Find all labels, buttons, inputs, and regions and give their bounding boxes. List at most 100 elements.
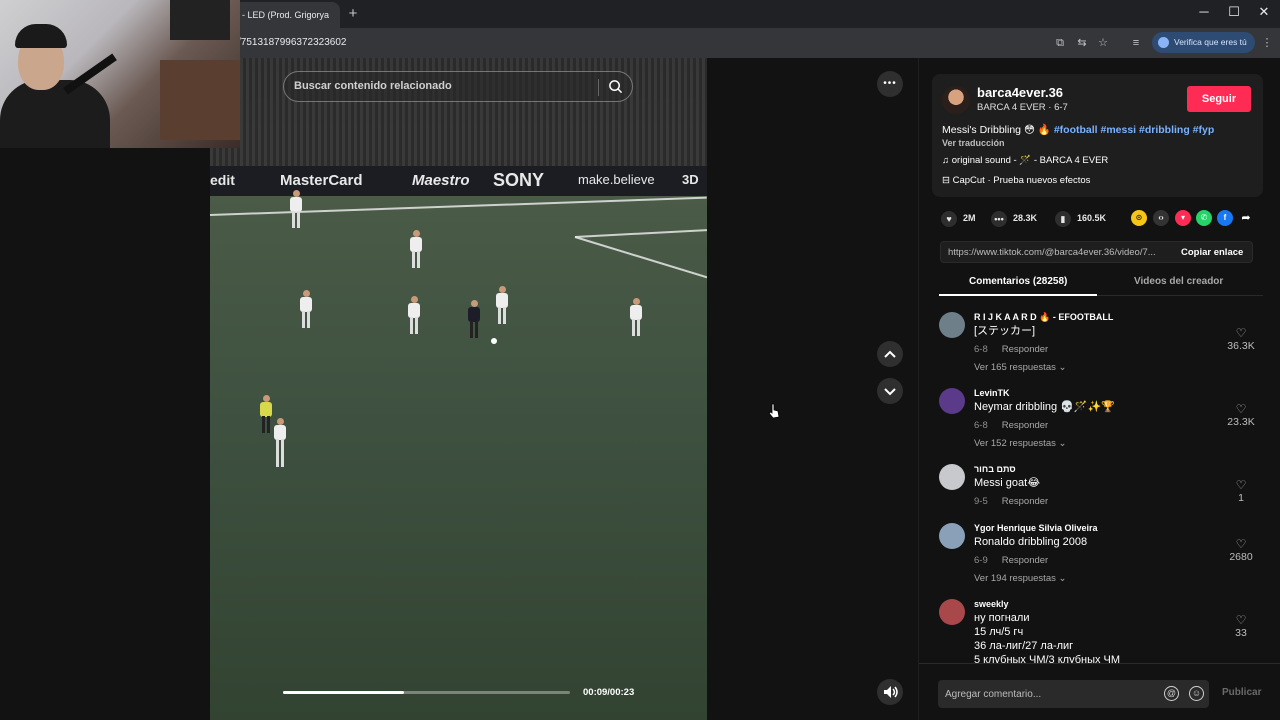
speaker-icon <box>884 686 898 698</box>
copy-link-button[interactable]: Copiar enlace <box>1181 247 1243 258</box>
like-stat[interactable]: ♥ 2M <box>941 210 976 227</box>
comment-item: LevinTK Neymar dribbling 💀🪄✨🏆 6-8 Respond… <box>939 388 1269 450</box>
next-video-button[interactable] <box>877 378 903 404</box>
reply-button[interactable]: Responder <box>1002 555 1048 566</box>
see-translation-link[interactable]: Ver traducción <box>942 138 1005 148</box>
browser-tab[interactable]: - LED (Prod. Grigorya <box>230 2 340 28</box>
comment-text: Messi goat😂 <box>974 477 1041 489</box>
comment-item: סתם בחור Messi goat😂 9-5 Responder ♡ 1 <box>939 464 1269 510</box>
translate-icon[interactable]: ⇆ <box>1074 35 1090 51</box>
volume-button[interactable] <box>877 679 903 705</box>
repost-icon[interactable]: ⊙ <box>1131 210 1147 226</box>
mention-icon[interactable]: @ <box>1164 686 1179 701</box>
view-replies-button[interactable]: Ver 194 respuestas ⌄ <box>974 573 1066 584</box>
commenter-name[interactable]: R I J K A A R D 🔥 - EFOOTBALL <box>974 312 1113 323</box>
commenter-avatar[interactable] <box>939 464 965 490</box>
search-icon[interactable] <box>608 79 623 94</box>
emoji-icon[interactable]: ☺ <box>1189 686 1204 701</box>
commenter-name[interactable]: sweekly <box>974 599 1009 609</box>
more-options-button[interactable]: ••• <box>877 71 903 97</box>
verify-button[interactable]: Verifica que eres tú <box>1152 32 1255 53</box>
chevron-up-icon <box>884 350 896 358</box>
publish-button[interactable]: Publicar <box>1222 687 1261 698</box>
facebook-icon[interactable]: f <box>1217 210 1233 226</box>
football-player <box>496 286 508 324</box>
share-arrow-icon[interactable]: ➦ <box>1238 210 1254 226</box>
related-search-bar[interactable]: Buscar contenido relacionado <box>283 71 633 102</box>
comment-item: sweekly ну погнали 15 лч/5 гч 36 ла-лиг/… <box>939 599 1269 663</box>
follow-button[interactable]: Seguir <box>1187 86 1251 112</box>
divider <box>598 79 599 96</box>
comment-stat[interactable]: ••• 28.3K <box>991 210 1038 227</box>
comment-count: 28.3K <box>1013 213 1038 223</box>
reply-button[interactable]: Responder <box>1002 420 1048 431</box>
video-description: Messi's Dribbling 😳 🔥 #football #messi #… <box>942 123 1214 136</box>
view-replies-button[interactable]: Ver 165 respuestas ⌄ <box>974 362 1066 373</box>
tiktok-send-icon[interactable]: ▾ <box>1175 210 1191 226</box>
maximize-button[interactable]: ☐ <box>1220 4 1248 20</box>
comment-like-count: 36.3K <box>1227 340 1255 352</box>
pitch-line <box>574 236 707 279</box>
panel-tabs: Comentarios (28258) Videos del creador <box>939 272 1263 296</box>
comment-text: Ronaldo dribbling 2008 <box>974 536 1088 548</box>
creator-subline: BARCA 4 EVER · 6-7 <box>977 102 1068 113</box>
browser-menu-icon[interactable]: ⋮ <box>1259 35 1275 51</box>
video-player[interactable]: edit MasterCard Maestro SONY make.believ… <box>210 58 707 720</box>
comment-like[interactable]: ♡ 36.3K <box>1221 326 1261 352</box>
effect-link[interactable]: ⊟ CapCut · Prueba nuevos efectos <box>942 175 1090 186</box>
hashtags[interactable]: #football #messi #dribbling #fyp <box>1054 124 1214 136</box>
reply-button[interactable]: Responder <box>1002 344 1048 355</box>
comment-like[interactable]: ♡ 23.3K <box>1221 402 1261 428</box>
comment-input[interactable] <box>945 686 1155 702</box>
new-tab-button[interactable]: + <box>344 5 362 22</box>
whatsapp-icon[interactable]: ✆ <box>1196 210 1212 226</box>
commenter-avatar[interactable] <box>939 599 965 625</box>
details-panel: barca4ever.36 BARCA 4 EVER · 6-7 Seguir … <box>918 58 1280 720</box>
football-player <box>290 190 302 228</box>
reply-button[interactable]: Responder <box>1002 496 1048 507</box>
chevron-down-icon <box>884 388 896 396</box>
comment-date: 6-9 <box>974 555 988 566</box>
minimize-button[interactable]: ─ <box>1190 4 1218 19</box>
close-window-button[interactable]: ✕ <box>1250 4 1278 20</box>
commenter-name[interactable]: Ygor Henrique Silvia Oliveira <box>974 523 1098 533</box>
sound-link[interactable]: ♫ original sound - 🪄 - BARCA 4 EVER <box>942 155 1108 166</box>
comment-like[interactable]: ♡ 1 <box>1221 478 1261 504</box>
tab-creator-videos[interactable]: Videos del creador <box>1134 276 1223 287</box>
football-player <box>630 298 642 336</box>
commenter-avatar[interactable] <box>939 312 965 338</box>
view-replies-button[interactable]: Ver 152 respuestas ⌄ <box>974 438 1066 449</box>
football <box>491 338 497 344</box>
bookmark-star-icon[interactable]: ☆ <box>1095 35 1111 51</box>
comment-input-box: @ ☺ <box>938 680 1209 708</box>
previous-video-button[interactable] <box>877 341 903 367</box>
referee <box>260 395 272 433</box>
commenter-name[interactable]: LevinTK <box>974 388 1010 398</box>
comment-icon: ••• <box>991 210 1007 227</box>
webcam-overlay <box>0 0 240 148</box>
comment-like[interactable]: ♡ 2680 <box>1221 537 1261 563</box>
embed-icon[interactable]: ‹› <box>1153 210 1169 226</box>
messi-player <box>468 300 480 338</box>
ad-text: Maestro <box>412 172 470 189</box>
tab-comments[interactable]: Comentarios (28258) <box>969 276 1067 287</box>
commenter-avatar[interactable] <box>939 388 965 414</box>
progress-bar[interactable] <box>283 691 570 694</box>
heart-outline-icon: ♡ <box>1235 537 1247 551</box>
ad-text: SONY <box>493 170 545 190</box>
save-count: 160.5K <box>1077 213 1107 223</box>
creator-avatar[interactable] <box>942 86 970 114</box>
comment-like[interactable]: ♡ 33 <box>1221 613 1261 639</box>
comment-date: 6-8 <box>974 344 988 355</box>
comment-date: 9-5 <box>974 496 988 507</box>
reading-list-icon[interactable]: ≡ <box>1128 35 1144 51</box>
creator-username[interactable]: barca4ever.36 <box>977 85 1063 100</box>
commenter-avatar[interactable] <box>939 523 965 549</box>
commenter-name[interactable]: סתם בחור <box>974 464 1016 474</box>
cast-icon[interactable]: ⧉ <box>1052 35 1068 51</box>
bookmark-icon: ▮ <box>1055 210 1071 227</box>
ad-text: make.believe <box>578 172 655 187</box>
ad-text: edit <box>210 172 235 188</box>
address-bar[interactable]: /7513187996372323602 <box>238 37 346 48</box>
save-stat[interactable]: ▮ 160.5K <box>1055 210 1107 227</box>
